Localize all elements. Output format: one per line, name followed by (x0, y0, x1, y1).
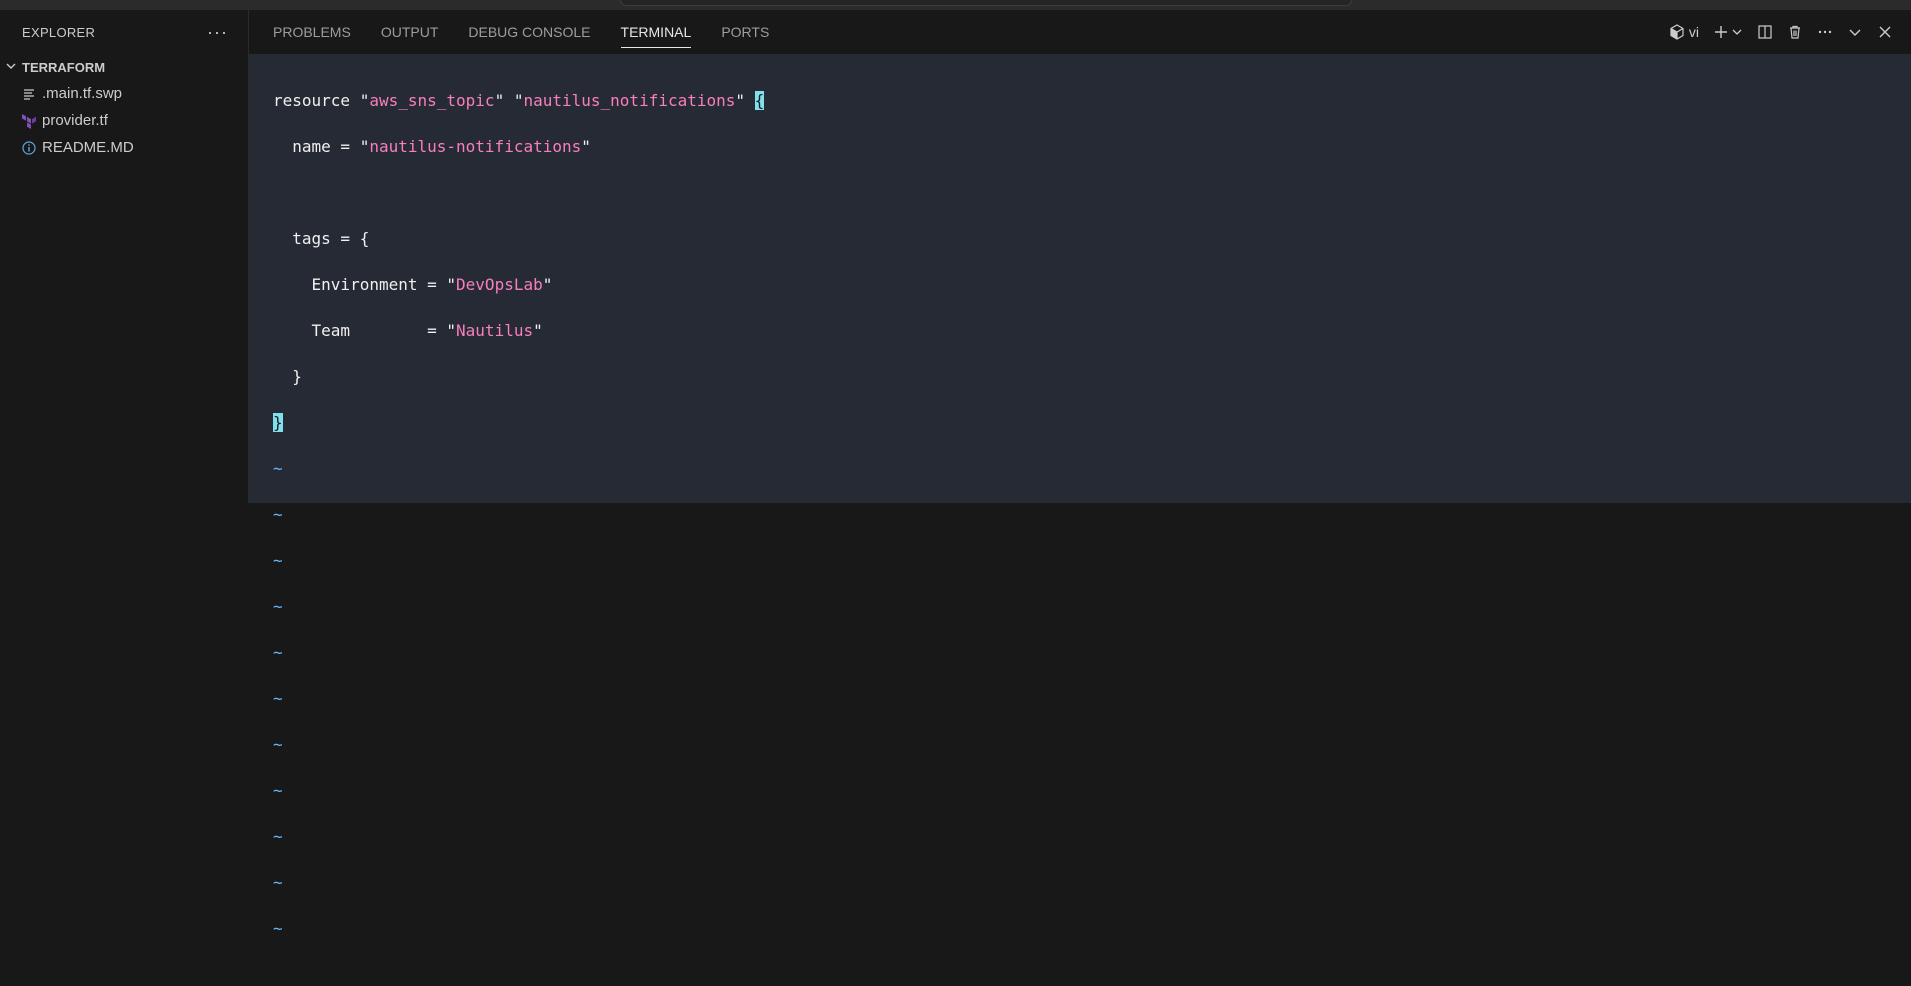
terminal-name: vi (1688, 24, 1699, 40)
more-actions-button[interactable] (1817, 24, 1833, 40)
string-literal: nautilus_notifications (523, 91, 736, 110)
bracket-match-highlight: { (754, 91, 765, 110)
file-label: .main.tf.swp (42, 85, 123, 102)
chevron-down-icon (6, 61, 22, 74)
bottom-panel: PROBLEMS OUTPUT DEBUG CONSOLE TERMINAL P… (249, 10, 1911, 938)
terminal-selector[interactable]: vi (1669, 24, 1699, 40)
terminal-view[interactable]: resource "aws_sns_topic" "nautilus_notif… (249, 54, 1911, 938)
code-line: } (273, 411, 764, 434)
code-text: Environment = " (273, 275, 457, 294)
panel-actions: vi (1669, 10, 1893, 54)
file-item-main-tf-swp[interactable]: .main.tf.swp (0, 80, 248, 107)
vi-empty-line: ~ (273, 781, 283, 800)
lines-icon (18, 88, 40, 100)
tab-output[interactable]: OUTPUT (381, 10, 439, 54)
file-item-provider-tf[interactable]: provider.tf (0, 107, 248, 134)
ellipsis-icon (1818, 30, 1832, 34)
code-text: " (533, 321, 543, 340)
collapse-panel-button[interactable] (1847, 24, 1863, 40)
trash-icon (1790, 25, 1800, 39)
code-line: Team = "Nautilus" (273, 319, 764, 342)
tab-problems[interactable]: PROBLEMS (273, 10, 351, 54)
terraform-icon (18, 113, 40, 129)
tab-debug-console[interactable]: DEBUG CONSOLE (468, 10, 590, 54)
code-line: resource "aws_sns_topic" "nautilus_notif… (273, 89, 765, 112)
code-text: } (273, 367, 302, 386)
code-text: name = " (273, 137, 370, 156)
vi-empty-line: ~ (273, 689, 283, 708)
code-line: Environment = "DevOpsLab" (273, 273, 764, 296)
terminal-cursor: } (273, 413, 283, 432)
file-item-readme[interactable]: README.MD (0, 134, 248, 161)
explorer-title: EXPLORER (22, 24, 96, 40)
code-text: tags = { (273, 229, 370, 248)
string-literal: nautilus-notifications (369, 137, 582, 156)
vi-empty-line: ~ (273, 551, 283, 570)
split-icon (1758, 25, 1772, 39)
chevron-down-icon[interactable] (1731, 26, 1743, 38)
vi-empty-line: ~ (273, 459, 283, 478)
vi-empty-line: ~ (273, 919, 283, 938)
plus-icon (1715, 26, 1727, 38)
code-line: tags = { (273, 227, 764, 250)
code-line: name = "nautilus-notifications" (273, 135, 764, 158)
cube-icon (1670, 24, 1684, 40)
code-text: " (735, 91, 755, 110)
file-label: provider.tf (42, 112, 108, 129)
split-terminal-button[interactable] (1757, 24, 1773, 40)
chevron-down-icon (1849, 29, 1861, 36)
string-literal: aws_sns_topic (369, 91, 495, 110)
close-icon (1879, 26, 1891, 38)
info-icon (18, 140, 40, 155)
tab-ports[interactable]: PORTS (721, 10, 769, 54)
string-literal: DevOpsLab (456, 275, 543, 294)
vi-empty-line: ~ (273, 505, 283, 524)
code-line: } (273, 365, 764, 388)
code-text: resource " (273, 91, 370, 110)
panel-tabs: PROBLEMS OUTPUT DEBUG CONSOLE TERMINAL P… (249, 10, 1911, 54)
vi-empty-line: ~ (273, 643, 283, 662)
more-actions-icon[interactable]: ··· (207, 22, 228, 43)
code-text: Team = " (273, 321, 457, 340)
title-bar (0, 0, 1911, 10)
tab-terminal[interactable]: TERMINAL (620, 10, 691, 54)
vi-empty-line: ~ (273, 735, 283, 754)
kill-terminal-button[interactable] (1787, 24, 1803, 40)
explorer-header: EXPLORER ··· (0, 10, 248, 54)
vi-empty-line: ~ (273, 827, 283, 846)
code-text: " " (494, 91, 524, 110)
terminal-content: resource "aws_sns_topic" "nautilus_notif… (273, 66, 765, 986)
file-label: README.MD (42, 139, 134, 156)
folder-terraform[interactable]: TERRAFORM (0, 54, 248, 80)
vi-empty-line: ~ (273, 873, 283, 892)
code-text: " (542, 275, 553, 294)
code-text: " (581, 137, 591, 156)
new-terminal-button[interactable] (1713, 24, 1743, 40)
folder-label: TERRAFORM (22, 59, 106, 75)
vi-empty-line: ~ (273, 597, 283, 616)
command-center[interactable] (620, 0, 1352, 6)
close-panel-button[interactable] (1877, 24, 1893, 40)
explorer-sidebar: EXPLORER ··· TERRAFORM .main.tf.swp prov… (0, 10, 249, 503)
string-literal: Nautilus (456, 321, 534, 340)
